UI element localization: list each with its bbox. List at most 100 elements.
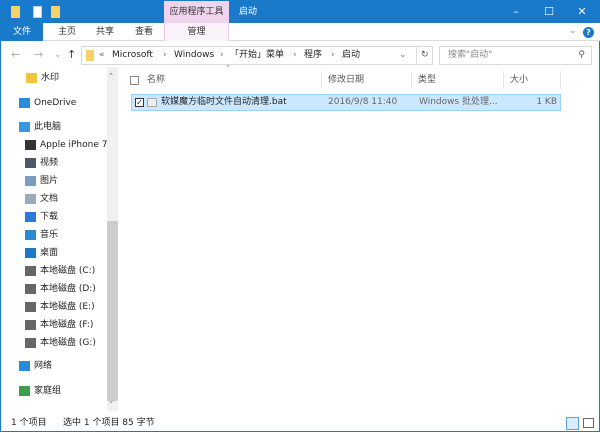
- file-size: 1 KB: [536, 97, 557, 107]
- sidebar-item[interactable]: Apple iPhone 7: [25, 136, 107, 154]
- breadcrumb-separator[interactable]: ›: [293, 47, 297, 64]
- title-bar: 应用程序工具 启动 – ☐ ✕: [1, 1, 600, 23]
- ribbon-expand-icon[interactable]: ⌄: [569, 26, 577, 36]
- tab-file[interactable]: 文件: [1, 23, 43, 41]
- item-count: 1 个项目: [11, 418, 47, 428]
- select-all-checkbox[interactable]: [130, 76, 139, 85]
- sidebar-item-label: 文档: [40, 194, 59, 204]
- sidebar-item-label: OneDrive: [34, 98, 77, 108]
- column-name[interactable]: 名称: [141, 71, 321, 89]
- sidebar-scrollbar-thumb[interactable]: [107, 221, 118, 401]
- computer-icon: [19, 122, 30, 132]
- tab-view[interactable]: 查看: [125, 23, 163, 41]
- tab-manage[interactable]: 管理: [164, 23, 229, 41]
- details-view-icon[interactable]: [566, 417, 579, 430]
- sidebar-item[interactable]: 图片: [25, 172, 58, 190]
- close-button[interactable]: ✕: [567, 1, 597, 23]
- breadcrumb-separator[interactable]: ›: [220, 47, 224, 64]
- network-icon: [19, 361, 30, 371]
- up-button[interactable]: ↑: [67, 46, 76, 64]
- documents-icon: [25, 194, 36, 204]
- tab-share[interactable]: 共享: [85, 23, 125, 41]
- status-bar: 1 个项目 选中 1 个项目 85 字节: [1, 413, 600, 433]
- sidebar-item[interactable]: 网络: [19, 357, 52, 375]
- sidebar-item-label: 网络: [34, 361, 53, 371]
- selection-info: 选中 1 个项目 85 字节: [63, 418, 155, 428]
- sidebar-item[interactable]: 本地磁盘 (D:): [25, 280, 96, 298]
- pictures-icon: [25, 176, 36, 186]
- sidebar-item[interactable]: 本地磁盘 (C:): [25, 262, 95, 280]
- sidebar-item[interactable]: 本地磁盘 (G:): [25, 334, 96, 352]
- folder-icon: [11, 6, 20, 18]
- window-title: 启动: [239, 7, 258, 17]
- help-icon[interactable]: ?: [583, 27, 594, 38]
- folder-icon: [86, 50, 94, 61]
- tab-home[interactable]: 主页: [49, 23, 85, 41]
- file-type: Windows 批处理...: [419, 97, 498, 107]
- large-icons-view-icon[interactable]: [583, 418, 594, 428]
- sidebar-item[interactable]: 家庭组: [19, 382, 61, 400]
- breadcrumb-overflow[interactable]: «: [99, 47, 105, 64]
- sidebar-item[interactable]: 文档: [25, 190, 58, 208]
- minimize-button[interactable]: –: [501, 1, 531, 23]
- sidebar-item-label: 此电脑: [34, 122, 62, 132]
- drive-icon: [25, 320, 36, 330]
- sidebar-item-label: 家庭组: [34, 386, 62, 396]
- sidebar-item[interactable]: 桌面: [25, 244, 58, 262]
- sidebar-item[interactable]: 本地磁盘 (E:): [25, 298, 95, 316]
- sidebar-item[interactable]: 水印: [26, 69, 59, 87]
- column-size[interactable]: 大小: [503, 71, 561, 89]
- sidebar-item[interactable]: 本地磁盘 (F:): [25, 316, 93, 334]
- scroll-up-button[interactable]: ˄: [109, 73, 114, 83]
- breadcrumb-start-menu[interactable]: 「开始」菜单: [230, 47, 284, 64]
- breadcrumb-programs[interactable]: 程序: [304, 47, 322, 64]
- drive-icon: [25, 338, 36, 348]
- sidebar-item-label: 桌面: [40, 248, 59, 258]
- folder-icon: [26, 73, 37, 83]
- batch-file-icon: [147, 98, 157, 107]
- forward-button[interactable]: →: [34, 46, 43, 64]
- maximize-button[interactable]: ☐: [534, 1, 564, 23]
- back-button[interactable]: ←: [11, 46, 20, 64]
- sidebar-item[interactable]: 视频: [25, 154, 58, 172]
- breadcrumb-startup[interactable]: 启动: [342, 47, 360, 64]
- column-type[interactable]: 类型: [411, 71, 503, 89]
- search-input[interactable]: 搜索"启动" ⚲: [439, 46, 592, 65]
- sidebar-item-label: 本地磁盘 (G:): [40, 338, 96, 348]
- new-folder-icon[interactable]: [51, 6, 60, 18]
- sidebar-item-label: 本地磁盘 (F:): [40, 320, 94, 330]
- breadcrumb-separator[interactable]: ›: [163, 47, 167, 64]
- sidebar-item-label: 水印: [41, 73, 60, 83]
- properties-icon[interactable]: [33, 6, 42, 18]
- music-icon: [25, 230, 36, 240]
- phone-icon: [25, 140, 36, 150]
- refresh-icon[interactable]: ↻: [416, 47, 429, 64]
- breadcrumb-separator[interactable]: ›: [331, 47, 335, 64]
- sidebar-item-label: 本地磁盘 (D:): [40, 284, 96, 294]
- explorer-window: 应用程序工具 启动 – ☐ ✕ 文件 主页 共享 查看 管理 ⌄ ? ← → ⌄…: [0, 0, 600, 432]
- file-name: 软媒魔方临时文件自动清理.bat: [161, 97, 287, 107]
- recent-locations-button[interactable]: ⌄: [54, 46, 62, 64]
- scroll-down-button[interactable]: ˅: [109, 401, 114, 411]
- sidebar-item[interactable]: 下载: [25, 208, 58, 226]
- sidebar-item[interactable]: 此电脑: [19, 118, 61, 136]
- video-icon: [25, 158, 36, 168]
- address-dropdown-icon[interactable]: ⌄: [399, 47, 407, 64]
- drive-icon: [25, 284, 36, 294]
- sidebar-item-label: 本地磁盘 (C:): [40, 266, 96, 276]
- row-checkbox[interactable]: ✓: [135, 98, 144, 107]
- context-tab-group: 应用程序工具: [164, 1, 229, 23]
- sidebar-item-label: 下载: [40, 212, 59, 222]
- sidebar-item[interactable]: 音乐: [25, 226, 58, 244]
- column-date[interactable]: 修改日期: [321, 71, 411, 89]
- file-row[interactable]: ✓ 软媒魔方临时文件自动清理.bat 2016/9/8 11:40 Window…: [131, 94, 561, 111]
- search-icon: ⚲: [578, 50, 585, 60]
- download-icon: [25, 212, 36, 222]
- breadcrumb-windows[interactable]: Windows: [174, 47, 214, 64]
- sidebar-item-label: 视频: [40, 158, 59, 168]
- desktop-icon: [25, 248, 36, 258]
- drive-icon: [25, 266, 36, 276]
- sidebar-item[interactable]: OneDrive: [19, 94, 76, 112]
- breadcrumb-microsoft[interactable]: Microsoft: [112, 47, 153, 64]
- address-bar[interactable]: « Microsoft › Windows › 「开始」菜单 › 程序 › 启动…: [81, 46, 433, 65]
